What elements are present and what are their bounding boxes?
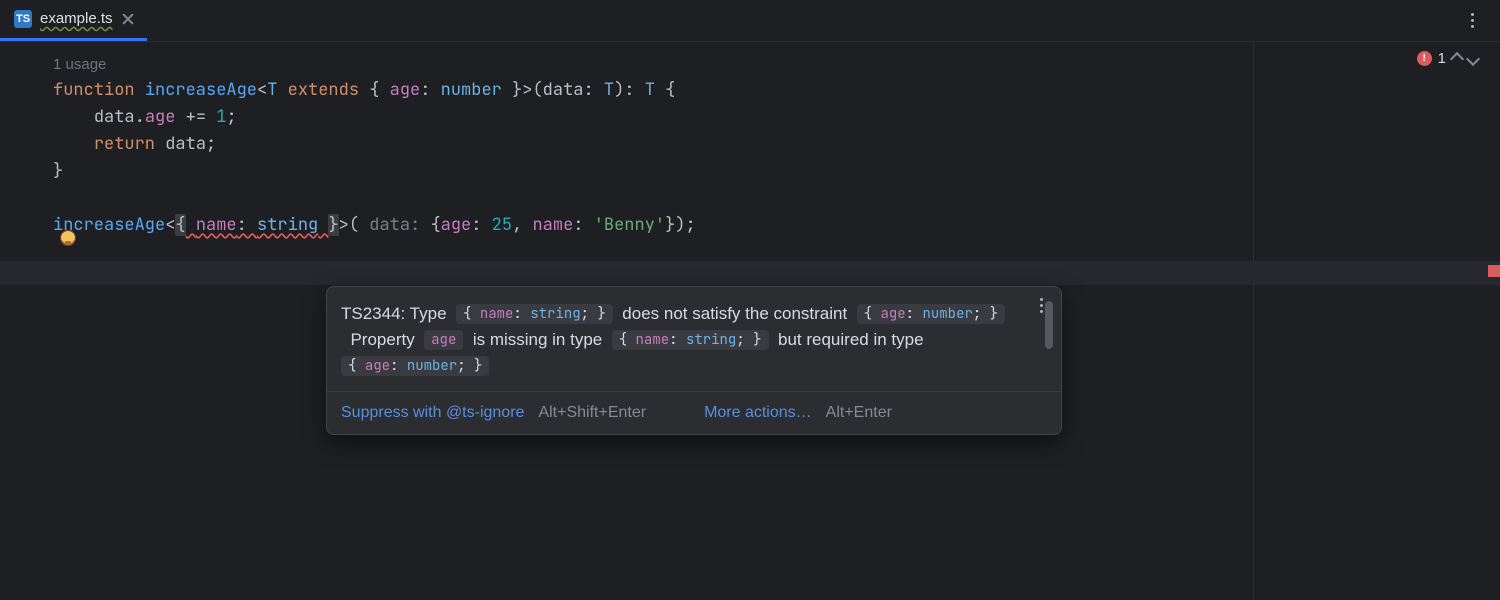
prev-problem-icon[interactable] [1450,51,1464,65]
usages-inlay-hint[interactable]: 1 usage [53,56,1500,73]
tab-bar-more-menu[interactable] [1462,10,1482,30]
inspection-widget[interactable]: ! 1 [1417,50,1478,67]
close-tab-icon[interactable] [121,12,135,26]
documentation-gutter [1253,42,1254,600]
shortcut-hint: Alt+Enter [826,404,892,422]
type-chip: { age: number; } [341,356,489,376]
error-stripe[interactable] [1488,265,1500,277]
tooltip-actions: Suppress with @ts-ignore Alt+Shift+Enter… [327,391,1061,434]
tab-example-ts[interactable]: TS example.ts [0,0,147,41]
more-actions-link[interactable]: More actions… [704,404,812,422]
type-chip: { name: string; } [456,304,613,324]
typescript-file-icon: TS [14,10,32,28]
type-chip: { age: number; } [857,304,1005,324]
suppress-ts-ignore-link[interactable]: Suppress with @ts-ignore [341,404,524,422]
code-editor[interactable]: ! 1 1 usage function increaseAge<T exten… [0,42,1500,600]
source-code[interactable]: function increaseAge<T extends { age: nu… [53,77,1500,239]
tab-bar: TS example.ts [0,0,1500,42]
error-message: TS2344: Type { name: string; } does not … [341,301,1035,379]
tab-filename: example.ts [40,10,113,27]
next-problem-icon[interactable] [1466,51,1480,65]
error-icon: ! [1417,51,1432,66]
error-tooltip: TS2344: Type { name: string; } does not … [326,286,1062,435]
code-area: 1 usage function increaseAge<T extends {… [0,42,1500,239]
current-line-highlight [0,261,1500,285]
shortcut-hint: Alt+Shift+Enter [538,404,646,422]
error-count: 1 [1438,50,1446,67]
tooltip-more-menu[interactable] [1031,295,1051,315]
prop-chip: age [424,330,463,350]
intention-bulb-icon[interactable] [60,230,76,246]
type-chip: { name: string; } [612,330,769,350]
